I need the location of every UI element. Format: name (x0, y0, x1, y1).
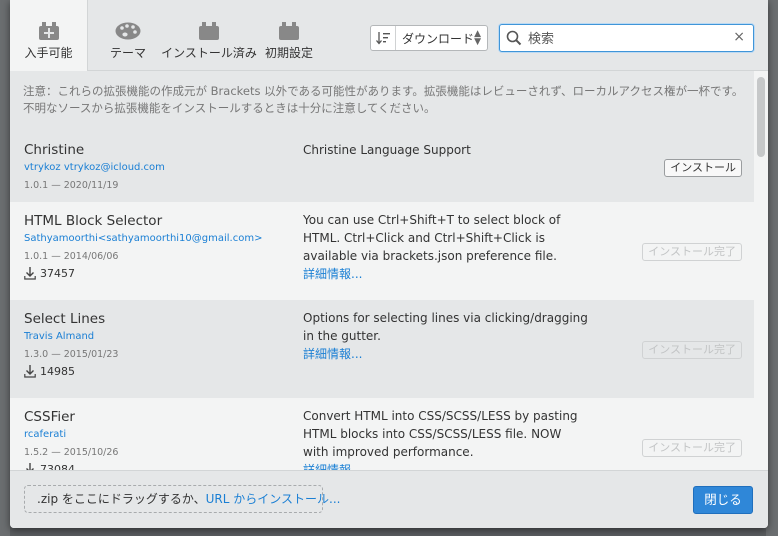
extension-name: Christine (24, 142, 85, 158)
store-icon (38, 22, 59, 40)
download-count: 73084 (24, 463, 75, 470)
tab-available-label: 入手可能 (24, 46, 73, 60)
installed-button: インストール完了 (642, 439, 742, 457)
install-button[interactable]: インストール (664, 159, 742, 177)
installed-button: インストール完了 (642, 341, 742, 359)
download-icon (26, 463, 34, 470)
extension-description-text: Christine Language Support (303, 143, 471, 157)
tab-default-label: 初期設定 (264, 46, 313, 60)
list-item: Select Lines Travis Almand 1.3.0 — 2015/… (10, 300, 754, 398)
download-icon (24, 267, 36, 280)
download-count: 14985 (24, 365, 75, 378)
close-button[interactable]: 閉じる (693, 486, 753, 514)
download-count-value: 37457 (40, 267, 75, 280)
tab-themes[interactable]: テーマ (98, 0, 158, 70)
tab-themes-label: テーマ (109, 46, 146, 60)
installed-extensions-icon (199, 22, 219, 40)
clear-search-icon[interactable]: × (733, 29, 745, 45)
extension-name: CSSFier (24, 409, 75, 425)
extension-name: HTML Block Selector (24, 213, 163, 229)
tab-installed-label: インストール済み (161, 46, 257, 60)
more-info-link[interactable]: 詳細情報... (303, 265, 588, 283)
sort-icon (371, 26, 396, 50)
list-item: Christine vtrykoz vtrykoz@icloud.com 1.0… (10, 130, 754, 202)
sort-dropdown[interactable]: ダウンロード ▲ ▼ (370, 25, 488, 51)
extension-author-link[interactable]: Sathyamoorthi<sathyamoorthi10@gmail.com> (24, 233, 262, 244)
search-box[interactable]: × (499, 24, 754, 52)
extension-author-link[interactable]: Travis Almand (24, 331, 94, 342)
tab-installed[interactable]: インストール済み (161, 0, 257, 70)
extension-version: 1.3.0 — 2015/01/23 (24, 349, 119, 360)
extension-description-text: Convert HTML into CSS/SCSS/LESS by pasti… (303, 409, 578, 459)
download-count-value: 73084 (40, 463, 75, 470)
download-count-value: 14985 (40, 365, 75, 378)
extension-description: You can use Ctrl+Shift+T to select block… (303, 211, 588, 283)
extension-author-link[interactable]: vtrykoz vtrykoz@icloud.com (24, 162, 165, 173)
extension-name: Select Lines (24, 311, 106, 327)
extension-version: 1.5.2 — 2015/10/26 (24, 447, 119, 458)
download-count: 37457 (24, 267, 75, 280)
download-icon (24, 365, 36, 378)
extension-description: Christine Language Support (303, 141, 588, 159)
tab-default[interactable]: 初期設定 (258, 0, 320, 70)
background-window-left (0, 0, 10, 536)
extension-version: 1.0.1 — 2020/11/19 (24, 180, 119, 191)
extension-description: Options for selecting lines via clicking… (303, 309, 588, 363)
list-item: CSSFier rcaferati 1.5.2 — 2015/10/26 730… (10, 398, 754, 470)
extension-manager-dialog: 入手可能 テーマ インストール済み 初期設定 ダウンロード ▲ ▼ 検索 × 注… (10, 0, 768, 528)
search-input[interactable] (526, 27, 730, 51)
more-info-link[interactable]: 詳細情報... (303, 461, 588, 470)
palette-icon (115, 22, 141, 40)
list-scrollbar[interactable] (754, 71, 768, 471)
install-from-url-link[interactable]: URL からインストール... (206, 492, 341, 506)
tab-available[interactable]: 入手可能 (10, 0, 88, 71)
extension-version: 1.0.1 — 2014/06/06 (24, 251, 119, 262)
drop-zone-text: .zip をここにドラッグするか、 (37, 492, 206, 506)
extension-author-link[interactable]: rcaferati (24, 429, 66, 440)
search-icon (506, 30, 522, 46)
updown-arrow-icon: ▲ ▼ (474, 29, 481, 47)
third-party-warning: 注意：これらの拡張機能の作成元が Brackets 以外である可能性があります。… (10, 71, 754, 130)
scrollbar-thumb[interactable] (757, 77, 765, 157)
more-info-link[interactable]: 詳細情報... (303, 345, 588, 363)
default-extensions-icon (279, 22, 299, 40)
extension-description: Convert HTML into CSS/SCSS/LESS by pasti… (303, 407, 588, 470)
installed-button: インストール完了 (642, 243, 742, 261)
list-item: HTML Block Selector Sathyamoorthi<sathya… (10, 202, 754, 300)
dialog-footer: .zip をここにドラッグするか、URL からインストール... 閉じる (10, 470, 768, 528)
extension-description-text: You can use Ctrl+Shift+T to select block… (303, 213, 561, 263)
sort-value: ダウンロード (402, 31, 475, 46)
extension-list: Christine vtrykoz vtrykoz@icloud.com 1.0… (10, 130, 754, 470)
dialog-header: 入手可能 テーマ インストール済み 初期設定 ダウンロード ▲ ▼ 検索 × (10, 0, 768, 71)
extension-description-text: Options for selecting lines via clicking… (303, 311, 588, 343)
zip-drop-zone[interactable]: .zip をここにドラッグするか、URL からインストール... (24, 485, 340, 513)
